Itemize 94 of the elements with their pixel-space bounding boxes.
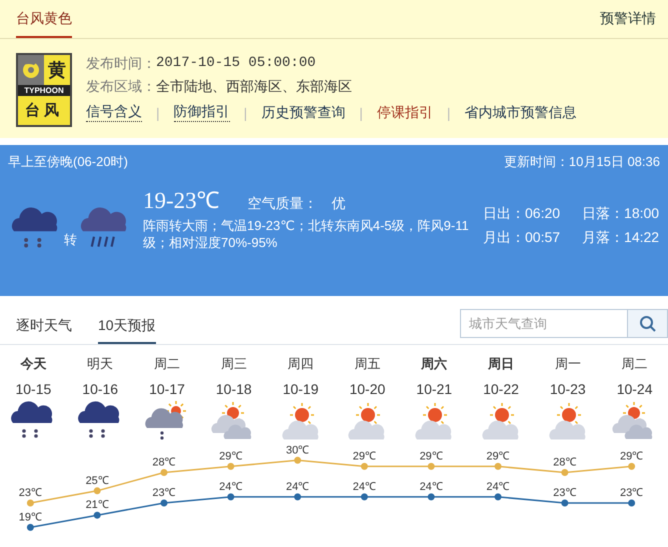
day-label: 周二 — [154, 355, 180, 373]
link-separator: | — [359, 104, 363, 120]
data-point — [494, 493, 502, 500]
sun-moon-time: 日出：06:20 — [483, 205, 560, 223]
period-label: 早上至傍晚(06-20时) — [8, 153, 128, 171]
link-separator: | — [446, 104, 451, 120]
date-label: 10-23 — [550, 381, 586, 397]
data-label: 23℃ — [18, 487, 42, 499]
date-label: 10-20 — [349, 381, 386, 397]
data-label: 25℃ — [86, 474, 109, 487]
data-point — [561, 469, 568, 476]
sun-moon-time: 月落：14:22 — [582, 229, 660, 247]
detail-link[interactable]: 预警详情 — [600, 0, 656, 38]
field-value: 2017-10-15 05:00:00 — [156, 54, 316, 73]
alert-link[interactable]: 历史预警查询 — [261, 104, 346, 122]
day-label: 周六 — [421, 355, 448, 373]
link-separator: | — [156, 104, 160, 120]
day-label: 周四 — [288, 355, 314, 373]
date-label: 10-22 — [483, 381, 519, 397]
field-label: 发布区域： — [86, 77, 156, 96]
data-point — [94, 512, 101, 519]
data-label: 29℃ — [620, 450, 644, 462]
transition-label: 转 — [64, 231, 77, 249]
data-label: 23℃ — [553, 487, 576, 499]
alert-tab[interactable]: 台风黄色 — [16, 0, 72, 38]
data-point — [628, 500, 636, 506]
link-separator: | — [244, 104, 248, 120]
data-point — [227, 462, 234, 470]
data-label: 24℃ — [286, 480, 310, 493]
data-point — [26, 500, 34, 506]
data-label: 24℃ — [352, 480, 376, 493]
alert-link[interactable]: 省内城市预警信息 — [464, 104, 577, 122]
data-label: 29℃ — [219, 450, 242, 462]
data-label: 29℃ — [352, 450, 376, 462]
alert-link[interactable]: 信号含义 — [86, 103, 142, 122]
data-point — [94, 487, 101, 494]
date-label: 10-24 — [616, 381, 652, 397]
forecast-tab[interactable]: 逐时天气 — [16, 317, 72, 344]
data-label: 21℃ — [86, 499, 109, 512]
alert-link[interactable]: 防御指引 — [174, 103, 230, 122]
data-label: 24℃ — [486, 480, 510, 493]
data-label: 19℃ — [18, 511, 42, 524]
data-point — [494, 462, 502, 470]
day-label: 周五 — [354, 355, 380, 373]
temperature: 19-23℃ — [143, 187, 220, 215]
day-label: 周一 — [554, 355, 581, 373]
date-label: 10-21 — [416, 381, 452, 397]
date-label: 10-16 — [82, 381, 118, 397]
update-time: 更新时间：10月15日 08:36 — [504, 153, 660, 171]
city-search-field[interactable]: 城市天气查询 — [460, 309, 628, 338]
data-point — [294, 456, 302, 464]
data-label: 28℃ — [553, 456, 576, 468]
data-point — [428, 462, 435, 470]
air-quality-label: 空气质量： — [248, 195, 318, 211]
alert-link[interactable]: 停课指引 — [376, 104, 433, 122]
data-label: 23℃ — [152, 487, 176, 499]
search-button[interactable] — [628, 309, 668, 338]
day-label: 周三 — [220, 355, 247, 373]
date-label: 10-18 — [216, 381, 252, 397]
air-quality-value: 优 — [332, 195, 346, 211]
data-point — [360, 493, 368, 500]
data-point — [160, 500, 168, 506]
date-label: 10-17 — [149, 381, 185, 397]
data-label: 29℃ — [420, 450, 443, 462]
data-point — [428, 493, 435, 500]
sun-moon-time: 日落：18:00 — [582, 205, 660, 223]
data-label: 23℃ — [620, 487, 644, 499]
data-point — [227, 493, 234, 500]
level-char: 黄 — [47, 59, 67, 82]
data-point — [26, 524, 34, 531]
day-label: 周日 — [488, 355, 514, 373]
data-label: 29℃ — [486, 450, 510, 462]
field-value: 全市陆地、西部海区、东部海区 — [156, 77, 352, 96]
badge-label-en: TYPHOON — [18, 85, 70, 96]
day-label: 今天 — [20, 355, 46, 373]
data-point — [160, 469, 168, 476]
date-label: 10-19 — [282, 381, 318, 397]
sun-moon-time: 月出：00:57 — [483, 229, 560, 247]
data-point — [561, 500, 568, 506]
search-icon — [638, 314, 656, 332]
data-label: 30℃ — [286, 444, 310, 456]
data-point — [294, 493, 302, 500]
forecast-tab[interactable]: 10天预报 — [98, 317, 156, 344]
day-label: 明天 — [87, 355, 114, 373]
data-label: 24℃ — [219, 480, 242, 493]
field-label: 发布时间： — [86, 54, 156, 73]
data-point — [360, 462, 368, 470]
data-point — [628, 462, 636, 470]
data-label: 24℃ — [420, 480, 443, 493]
weather-description: 阵雨转大雨；气温19-23℃；北转东南风4-5级，阵风9-11级；相对湿度70%-95% — [143, 217, 470, 251]
date-label: 10-15 — [15, 381, 52, 397]
badge-label: 台风 — [24, 101, 64, 121]
data-label: 28℃ — [152, 456, 176, 468]
day-label: 周二 — [622, 355, 648, 373]
